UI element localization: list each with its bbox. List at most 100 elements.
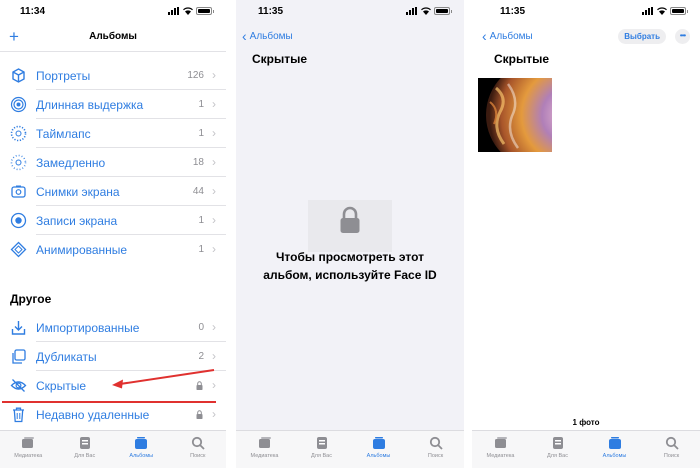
- album-row-screenshots[interactable]: Снимки экрана 44 ›: [0, 177, 226, 206]
- annotation-underline: [2, 401, 216, 403]
- albums-icon: [372, 437, 385, 449]
- album-count: 1: [198, 215, 204, 226]
- albums-icon: [135, 437, 148, 449]
- tab-for-you[interactable]: Для Вас: [533, 431, 583, 468]
- album-label: Дубликаты: [36, 350, 97, 364]
- tab-label: Медиатека: [250, 453, 279, 459]
- tab-albums[interactable]: Альбомы: [354, 431, 404, 468]
- search-icon: [429, 436, 443, 450]
- page-title: Альбомы: [89, 31, 137, 42]
- tab-label: Для Вас: [547, 453, 568, 459]
- status-icons: [406, 7, 452, 15]
- album-count: 1: [198, 99, 204, 110]
- album-label: Скрытые: [36, 379, 87, 393]
- back-button[interactable]: ‹ Альбомы: [242, 28, 293, 44]
- back-label: Альбомы: [489, 30, 533, 42]
- status-bar: 11:35: [472, 0, 700, 24]
- photos-library-icon: [22, 437, 35, 448]
- back-label: Альбомы: [249, 30, 293, 42]
- tab-label: Поиск: [427, 453, 444, 459]
- tab-search[interactable]: Поиск: [647, 431, 697, 468]
- lock-panel: [308, 200, 392, 252]
- album-count: 18: [192, 157, 204, 168]
- trash-icon: [13, 407, 24, 423]
- tab-label: Медиатека: [14, 453, 43, 459]
- more-button[interactable]: •••: [675, 29, 690, 44]
- tab-albums[interactable]: Альбомы: [590, 431, 640, 468]
- back-button[interactable]: ‹ Альбомы: [482, 29, 533, 43]
- tab-library[interactable]: Медиатека: [3, 431, 53, 468]
- signal-icon: [168, 7, 180, 15]
- status-bar: 11:35: [236, 0, 464, 24]
- page-title: Скрытые: [494, 52, 550, 66]
- tab-for-you[interactable]: Для Вас: [60, 431, 110, 468]
- battery-icon: [670, 7, 688, 15]
- album-label: Анимированные: [36, 243, 128, 257]
- album-row-animated[interactable]: Анимированные 1 ›: [0, 235, 226, 264]
- tab-search[interactable]: Поиск: [173, 431, 223, 468]
- album-row-long-exposure[interactable]: Длинная выдержка 1 ›: [0, 90, 226, 119]
- status-bar: 11:34: [0, 0, 226, 24]
- tab-label: Альбомы: [602, 453, 627, 459]
- album-row-imported[interactable]: Импортированные 0 ›: [0, 313, 226, 342]
- wifi-icon: [421, 7, 431, 15]
- album-row-timelapse[interactable]: Таймлапс 1 ›: [0, 119, 226, 148]
- battery-icon: [434, 7, 452, 15]
- tab-albums[interactable]: Альбомы: [116, 431, 166, 468]
- screenshot-icon: [11, 185, 26, 198]
- tab-label: Альбомы: [366, 453, 391, 459]
- tab-label: Поиск: [190, 453, 206, 459]
- slow-motion-icon: [10, 154, 27, 171]
- album-label: Таймлапс: [36, 127, 91, 141]
- tab-for-you[interactable]: Для Вас: [297, 431, 347, 468]
- face-id-message: Чтобы просмотреть этот альбом, используй…: [236, 248, 464, 284]
- tab-library[interactable]: Медиатека: [240, 431, 290, 468]
- album-row-duplicates[interactable]: Дубликаты 2 ›: [0, 342, 226, 371]
- long-exposure-icon: [10, 96, 27, 113]
- album-count: 1: [198, 128, 204, 139]
- photos-library-icon: [258, 437, 271, 448]
- album-count: 44: [192, 186, 204, 197]
- chevron-right-icon: ›: [212, 242, 216, 256]
- chevron-right-icon: ›: [212, 126, 216, 140]
- for-you-icon: [316, 437, 327, 449]
- album-label: Длинная выдержка: [36, 98, 144, 112]
- album-label: Снимки экрана: [36, 185, 120, 199]
- photo-image: [478, 78, 552, 152]
- animated-icon: [10, 241, 27, 258]
- tab-label: Поиск: [663, 453, 680, 459]
- for-you-icon: [552, 437, 563, 449]
- album-label: Портреты: [36, 69, 91, 83]
- search-icon: [191, 436, 205, 450]
- lock-icon: [340, 206, 360, 233]
- album-row-portraits[interactable]: Портреты 126 ›: [0, 61, 226, 90]
- album-label: Замедленно: [36, 156, 106, 170]
- chevron-right-icon: ›: [212, 97, 216, 111]
- photo-count: 1 фото: [572, 418, 600, 427]
- select-button[interactable]: Выбрать: [618, 29, 666, 44]
- import-icon: [11, 321, 26, 335]
- chevron-right-icon: ›: [212, 213, 216, 227]
- signal-icon: [406, 7, 418, 15]
- chevron-left-icon: ‹: [242, 28, 247, 44]
- duplicates-icon: [12, 349, 26, 364]
- status-time: 11:35: [500, 6, 526, 17]
- status-icons: [168, 7, 214, 15]
- screen-gap: [464, 0, 472, 468]
- tab-bar: Медиатека Для Вас Альбомы Поиск: [236, 430, 464, 468]
- tab-bar: Медиатека Для Вас Альбомы Поиск: [0, 430, 226, 468]
- tab-search[interactable]: Поиск: [411, 431, 461, 468]
- hidden-album-locked-screen: 11:35 ‹ Альбомы Скрытые Чтобы просмотрет…: [236, 0, 464, 468]
- chevron-right-icon: ›: [212, 68, 216, 82]
- photo-thumbnail[interactable]: [478, 78, 552, 152]
- album-row-slow-motion[interactable]: Замедленно 18 ›: [0, 148, 226, 177]
- album-label: Импортированные: [36, 321, 140, 335]
- tab-library[interactable]: Медиатека: [476, 431, 526, 468]
- album-row-recently-deleted[interactable]: Недавно удаленные ›: [0, 400, 226, 429]
- album-count: 1: [198, 244, 204, 255]
- status-time: 11:34: [20, 6, 46, 17]
- face-id-message-line2: альбом, используйте Face ID: [263, 268, 437, 282]
- albums-screen: 11:34 + Альбомы Портреты 126 › Длинная в…: [0, 0, 226, 468]
- album-row-screen-recordings[interactable]: Записи экрана 1 ›: [0, 206, 226, 235]
- album-label: Записи экрана: [36, 214, 118, 228]
